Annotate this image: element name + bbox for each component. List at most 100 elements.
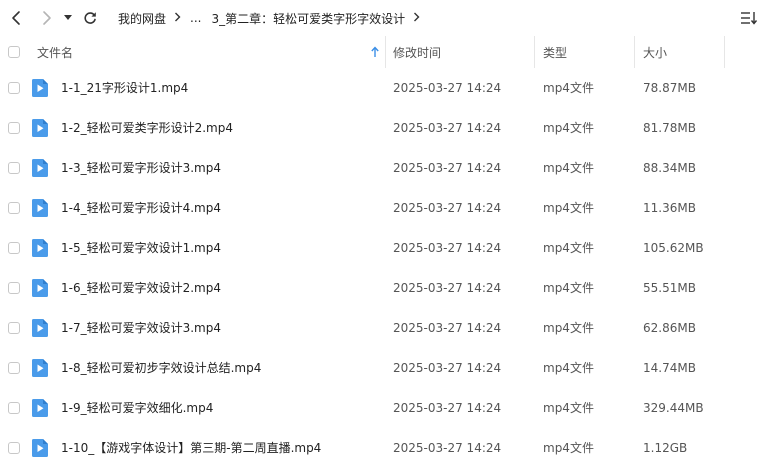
file-name[interactable]: 1-1_21字形设计1.mp4 — [61, 68, 188, 108]
file-name[interactable]: 1-10_【游戏字体设计】第三期-第二周直播.mp4 — [61, 428, 321, 468]
video-file-icon — [32, 199, 48, 217]
file-type: mp4文件 — [543, 441, 594, 455]
caret-down-icon — [64, 15, 72, 20]
row-checkbox[interactable] — [8, 282, 20, 294]
file-row[interactable]: 1-7_轻松可爱字效设计3.mp4 2025-03-27 14:24 mp4文件… — [0, 308, 766, 348]
breadcrumb-ellipsis[interactable]: ... — [190, 11, 201, 25]
file-type: mp4文件 — [543, 321, 594, 335]
file-modified: 2025-03-27 14:24 — [393, 361, 502, 375]
video-file-icon — [32, 239, 48, 257]
file-name[interactable]: 1-3_轻松可爱字形设计3.mp4 — [61, 148, 221, 188]
file-row[interactable]: 1-1_21字形设计1.mp4 2025-03-27 14:24 mp4文件 7… — [0, 68, 766, 108]
history-dropdown-button[interactable] — [58, 6, 78, 30]
column-modified-label: 修改时间 — [393, 45, 442, 60]
file-name[interactable]: 1-4_轻松可爱字形设计4.mp4 — [61, 188, 221, 228]
file-size: 14.74MB — [643, 361, 696, 375]
file-modified: 2025-03-27 14:24 — [393, 401, 502, 415]
row-checkbox[interactable] — [8, 362, 20, 374]
file-type: mp4文件 — [543, 81, 594, 95]
file-name[interactable]: 1-9_轻松可爱字效细化.mp4 — [61, 388, 213, 428]
file-name[interactable]: 1-7_轻松可爱字效设计3.mp4 — [61, 308, 221, 348]
column-divider[interactable] — [724, 36, 725, 68]
row-checkbox[interactable] — [8, 162, 20, 174]
file-row[interactable]: 1-4_轻松可爱字形设计4.mp4 2025-03-27 14:24 mp4文件… — [0, 188, 766, 228]
toolbar: 我的网盘 ... 3_第二章：轻松可爱类字形字效设计 — [0, 0, 766, 36]
file-type: mp4文件 — [543, 361, 594, 375]
file-type: mp4文件 — [543, 161, 594, 175]
back-button[interactable] — [4, 6, 28, 30]
column-name-header[interactable]: 文件名 — [37, 36, 382, 68]
file-name[interactable]: 1-8_轻松可爱初步字效设计总结.mp4 — [61, 348, 261, 388]
breadcrumb-current[interactable]: 3_第二章：轻松可爱类字形字效设计 — [211, 10, 405, 27]
file-modified: 2025-03-27 14:24 — [393, 201, 502, 215]
chevron-right-icon[interactable] — [413, 11, 420, 25]
video-file-icon — [32, 359, 48, 377]
refresh-button[interactable] — [78, 6, 102, 30]
file-size: 11.36MB — [643, 201, 696, 215]
video-file-icon — [32, 319, 48, 337]
file-size: 88.34MB — [643, 161, 696, 175]
sort-ascending-icon — [371, 46, 379, 57]
file-row[interactable]: 1-2_轻松可爱类字形设计2.mp4 2025-03-27 14:24 mp4文… — [0, 108, 766, 148]
file-modified: 2025-03-27 14:24 — [393, 81, 502, 95]
breadcrumb-root[interactable]: 我的网盘 — [118, 10, 166, 27]
file-row[interactable]: 1-9_轻松可爱字效细化.mp4 2025-03-27 14:24 mp4文件 … — [0, 388, 766, 428]
file-size: 78.87MB — [643, 81, 696, 95]
breadcrumb: 我的网盘 ... 3_第二章：轻松可爱类字形字效设计 — [118, 0, 429, 36]
column-size-header[interactable]: 大小 — [643, 36, 723, 68]
file-modified: 2025-03-27 14:24 — [393, 281, 502, 295]
video-file-icon — [32, 119, 48, 137]
video-file-icon — [32, 399, 48, 417]
forward-button[interactable] — [35, 6, 59, 30]
file-name[interactable]: 1-2_轻松可爱类字形设计2.mp4 — [61, 108, 233, 148]
file-size: 1.12GB — [643, 441, 688, 455]
file-row[interactable]: 1-6_轻松可爱字效设计2.mp4 2025-03-27 14:24 mp4文件… — [0, 268, 766, 308]
column-type-label: 类型 — [543, 45, 568, 60]
row-checkbox[interactable] — [8, 82, 20, 94]
file-name[interactable]: 1-6_轻松可爱字效设计2.mp4 — [61, 268, 221, 308]
file-size: 62.86MB — [643, 321, 696, 335]
column-size-label: 大小 — [643, 45, 668, 60]
file-modified: 2025-03-27 14:24 — [393, 121, 502, 135]
file-row[interactable]: 1-3_轻松可爱字形设计3.mp4 2025-03-27 14:24 mp4文件… — [0, 148, 766, 188]
column-modified-header[interactable]: 修改时间 — [393, 36, 533, 68]
file-size: 55.51MB — [643, 281, 696, 295]
video-file-icon — [32, 79, 48, 97]
file-row[interactable]: 1-8_轻松可爱初步字效设计总结.mp4 2025-03-27 14:24 mp… — [0, 348, 766, 388]
file-name[interactable]: 1-5_轻松可爱字效设计1.mp4 — [61, 228, 221, 268]
row-checkbox[interactable] — [8, 402, 20, 414]
chevron-left-icon — [12, 11, 20, 25]
row-checkbox[interactable] — [8, 242, 20, 254]
column-header: 文件名 修改时间 类型 大小 — [0, 36, 766, 68]
column-divider[interactable] — [534, 36, 535, 68]
row-checkbox[interactable] — [8, 322, 20, 334]
file-size: 329.44MB — [643, 401, 704, 415]
row-checkbox[interactable] — [8, 202, 20, 214]
list-view-icon — [741, 12, 758, 25]
column-name-label: 文件名 — [37, 45, 74, 60]
video-file-icon — [32, 159, 48, 177]
refresh-icon — [84, 12, 96, 24]
file-modified: 2025-03-27 14:24 — [393, 241, 502, 255]
file-modified: 2025-03-27 14:24 — [393, 321, 502, 335]
select-all-checkbox[interactable] — [8, 46, 20, 58]
column-divider[interactable] — [634, 36, 635, 68]
chevron-right-icon — [43, 11, 51, 25]
file-row[interactable]: 1-10_【游戏字体设计】第三期-第二周直播.mp4 2025-03-27 14… — [0, 428, 766, 468]
file-size: 105.62MB — [643, 241, 704, 255]
file-type: mp4文件 — [543, 401, 594, 415]
row-checkbox[interactable] — [8, 122, 20, 134]
chevron-right-icon — [174, 11, 181, 25]
file-type: mp4文件 — [543, 201, 594, 215]
column-divider[interactable] — [385, 36, 386, 68]
view-toggle-button[interactable] — [738, 8, 760, 28]
file-modified: 2025-03-27 14:24 — [393, 161, 502, 175]
file-row[interactable]: 1-5_轻松可爱字效设计1.mp4 2025-03-27 14:24 mp4文件… — [0, 228, 766, 268]
file-type: mp4文件 — [543, 281, 594, 295]
row-checkbox[interactable] — [8, 442, 20, 454]
column-type-header[interactable]: 类型 — [543, 36, 633, 68]
file-type: mp4文件 — [543, 121, 594, 135]
file-size: 81.78MB — [643, 121, 696, 135]
video-file-icon — [32, 279, 48, 297]
file-type: mp4文件 — [543, 241, 594, 255]
